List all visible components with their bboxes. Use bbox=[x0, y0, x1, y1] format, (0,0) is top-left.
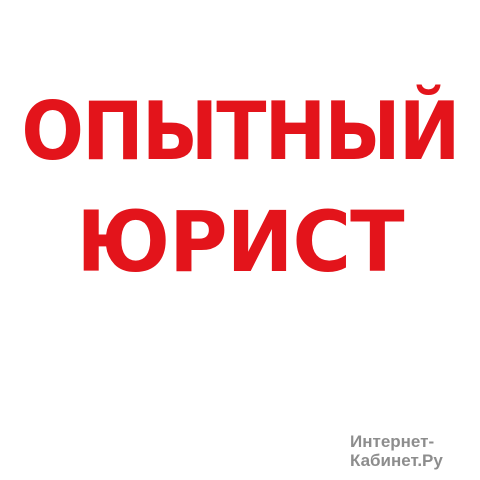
watermark-line-1: Интернет- bbox=[350, 432, 435, 451]
headline-line-1: ОПЫТНЫЙ bbox=[21, 85, 460, 178]
watermark: Интернет- Кабинет.Ру bbox=[350, 432, 474, 470]
headline-line-2: ЮРИСТ bbox=[76, 193, 404, 291]
watermark-line-2: Кабинет.Ру bbox=[350, 451, 443, 470]
ad-image: ОПЫТНЫЙ ЮРИСТ Интернет- Кабинет.Ру bbox=[0, 0, 480, 480]
